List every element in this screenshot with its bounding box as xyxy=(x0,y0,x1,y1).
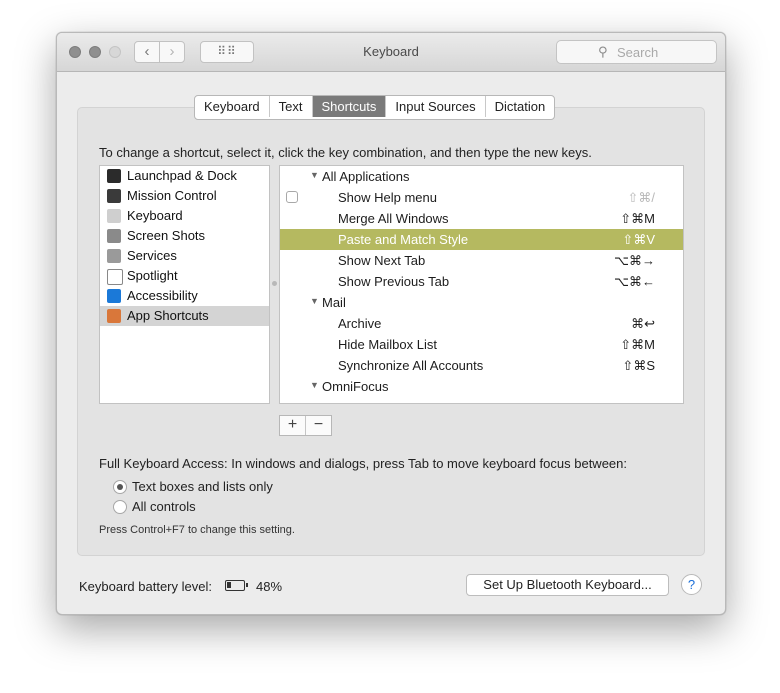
category-item[interactable]: Accessibility xyxy=(100,286,269,306)
category-label: Services xyxy=(127,248,177,263)
shortcut-keys[interactable]: ⇧⌘M xyxy=(620,337,655,353)
help-button[interactable]: ? xyxy=(681,574,702,595)
group-label: OmniFocus xyxy=(322,379,389,394)
radio-label: All controls xyxy=(132,499,196,514)
full-keyboard-access-label: Full Keyboard Access: In windows and dia… xyxy=(99,456,627,471)
disclosure-triangle-icon[interactable]: ▼ xyxy=(310,296,319,306)
category-list[interactable]: Launchpad & Dock Mission Control Keyboard S… xyxy=(99,165,270,404)
launchpad-icon xyxy=(107,169,121,183)
shortcut-keys[interactable]: ⇧⌘M xyxy=(620,211,655,227)
category-item[interactable]: App Shortcuts xyxy=(100,306,269,326)
shortcut-row[interactable]: Synchronize All Accounts ⇧⌘S xyxy=(280,355,683,376)
keyboard-preferences-window: ‹ › ⠿⠿ Keyboard ⚲ Search Keyboard Text Sho… xyxy=(56,32,726,615)
shortcut-label: Archive xyxy=(338,316,382,331)
app-shortcuts-icon xyxy=(107,309,121,323)
category-item[interactable]: Mission Control xyxy=(100,186,269,206)
shortcut-keys[interactable]: ⌘↩ xyxy=(631,316,655,332)
radio-label: Text boxes and lists only xyxy=(132,479,273,494)
shortcut-keys[interactable]: ⇧⌘S xyxy=(622,358,655,374)
add-shortcut-button[interactable]: + xyxy=(280,416,306,435)
category-label: Accessibility xyxy=(127,288,198,303)
accessibility-icon xyxy=(107,289,121,303)
shortcut-label: Merge All Windows xyxy=(338,211,449,226)
gear-icon xyxy=(107,249,121,263)
category-label: Keyboard xyxy=(127,208,183,223)
shortcut-group[interactable]: ▼ All Applications xyxy=(280,166,683,187)
shortcut-label: Synchronize All Accounts xyxy=(338,358,484,373)
tab-keyboard[interactable]: Keyboard xyxy=(195,96,270,117)
battery-icon xyxy=(225,580,248,591)
category-label: Mission Control xyxy=(127,188,217,203)
shortcut-row[interactable]: Archive ⌘↩ xyxy=(280,313,683,334)
category-item[interactable]: Launchpad & Dock xyxy=(100,166,269,186)
search-placeholder: Search xyxy=(617,45,659,60)
shortcut-row[interactable]: Hide Mailbox List ⇧⌘M xyxy=(280,334,683,355)
tab-shortcuts[interactable]: Shortcuts xyxy=(312,96,387,117)
battery-label: Keyboard battery level: xyxy=(79,579,212,594)
category-label: Launchpad & Dock xyxy=(127,168,237,183)
category-item[interactable]: Keyboard xyxy=(100,206,269,226)
category-label: Screen Shots xyxy=(127,228,206,243)
category-item[interactable]: Services xyxy=(100,246,269,266)
radio-selected-icon xyxy=(113,480,127,494)
control-f7-note: Press Control+F7 to change this setting. xyxy=(99,524,295,536)
add-remove-buttons: + − xyxy=(279,415,332,436)
disclosure-triangle-icon[interactable]: ▼ xyxy=(310,170,319,180)
category-label: App Shortcuts xyxy=(127,308,209,323)
shortcut-label: Show Help menu xyxy=(338,190,437,205)
tab-text[interactable]: Text xyxy=(270,96,313,117)
battery-percent: 48% xyxy=(256,579,283,594)
remove-shortcut-button[interactable]: − xyxy=(306,416,331,435)
group-label: All Applications xyxy=(322,169,410,184)
tab-input-sources[interactable]: Input Sources xyxy=(386,96,486,117)
shortcut-checkbox[interactable] xyxy=(286,191,298,203)
instructions-text: To change a shortcut, select it, click t… xyxy=(99,145,592,160)
shortcut-label: Paste and Match Style xyxy=(338,232,469,247)
screenshot-icon xyxy=(107,229,121,243)
radio-unselected-icon xyxy=(113,500,127,514)
shortcut-keys[interactable]: ⇧⌘V xyxy=(622,232,655,248)
keyboard-icon xyxy=(107,209,121,223)
split-resize-handle[interactable] xyxy=(272,281,277,286)
shortcut-keys[interactable]: ⌥⌘→ xyxy=(614,253,655,269)
set-up-bluetooth-keyboard-button[interactable]: Set Up Bluetooth Keyboard... xyxy=(466,574,669,596)
shortcut-group[interactable]: ▼ Mail xyxy=(280,292,683,313)
shortcut-row[interactable]: Show Next Tab ⌥⌘→ xyxy=(280,250,683,271)
shortcut-row[interactable]: Merge All Windows ⇧⌘M xyxy=(280,208,683,229)
shortcut-label: Show Next Tab xyxy=(338,253,426,268)
title-bar: ‹ › ⠿⠿ Keyboard ⚲ Search xyxy=(57,33,725,72)
spotlight-icon xyxy=(107,269,123,285)
shortcut-group[interactable]: ▼ OmniFocus xyxy=(280,376,683,397)
category-item[interactable]: Screen Shots xyxy=(100,226,269,246)
category-label: Spotlight xyxy=(127,268,178,283)
disclosure-triangle-icon[interactable]: ▼ xyxy=(310,380,319,390)
tab-dictation[interactable]: Dictation xyxy=(486,96,555,117)
shortcut-keys[interactable]: ⌥⌘← xyxy=(614,274,655,290)
shortcut-row[interactable]: Show Previous Tab ⌥⌘← xyxy=(280,271,683,292)
shortcut-list[interactable]: ▼ All Applications Show Help menu ⇧⌘/Merge … xyxy=(279,165,684,404)
tab-bar: Keyboard Text Shortcuts Input Sources Dictat… xyxy=(194,95,556,120)
shortcut-keys[interactable]: ⇧⌘/ xyxy=(627,190,655,206)
shortcut-row[interactable]: Show Help menu ⇧⌘/ xyxy=(280,187,683,208)
search-icon: ⚲ xyxy=(598,44,608,59)
search-field[interactable]: ⚲ Search xyxy=(556,40,717,64)
mission-control-icon xyxy=(107,189,121,203)
shortcut-label: Hide Mailbox List xyxy=(338,337,437,352)
shortcut-label: Show Previous Tab xyxy=(338,274,450,289)
shortcut-row[interactable]: Paste and Match Style ⇧⌘V xyxy=(280,229,683,250)
category-item[interactable]: Spotlight xyxy=(100,266,269,286)
group-label: Mail xyxy=(322,295,346,310)
